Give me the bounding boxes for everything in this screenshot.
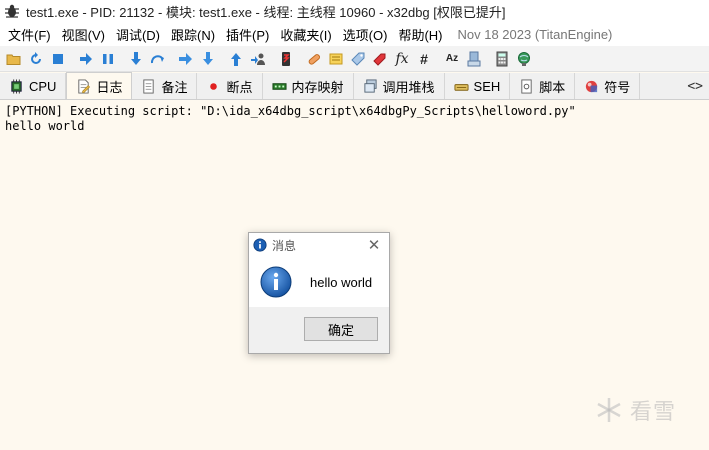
restart-icon[interactable] <box>26 49 46 69</box>
open-icon[interactable] <box>4 49 24 69</box>
info-large-icon <box>260 266 292 298</box>
window-title: test1.exe - PID: 21132 - 模块: test1.exe -… <box>26 4 506 20</box>
tab-log[interactable]: 日志 <box>66 72 133 99</box>
dialog-message: hello world <box>310 274 373 290</box>
menu-plugins[interactable]: 插件(P) <box>222 25 273 44</box>
menu-favourites[interactable]: 收藏夹(I) <box>276 25 335 44</box>
pause-icon[interactable] <box>98 49 118 69</box>
tab-script-label: 脚本 <box>539 79 566 95</box>
close-icon[interactable]: ✕ <box>359 233 389 257</box>
functions-icon[interactable]: fx <box>392 49 412 69</box>
tab-memory-map[interactable]: 内存映射 <box>263 73 354 99</box>
tab-call-stack-label: 调用堆栈 <box>382 79 435 95</box>
message-dialog: 消息 ✕ hello world 确定 <box>248 232 390 354</box>
tab-log-label: 日志 <box>96 79 123 95</box>
dialog-footer: 确定 <box>249 307 389 353</box>
tab-breakpoints-label: 断点 <box>226 79 253 95</box>
tab-cpu[interactable]: CPU <box>0 73 67 99</box>
menu-file[interactable]: 文件(F) <box>4 25 55 44</box>
symbols-icon[interactable] <box>464 49 484 69</box>
notes-icon <box>143 78 155 94</box>
call-stack-icon <box>363 78 377 93</box>
cpu-icon <box>11 78 22 94</box>
tab-breakpoints[interactable]: 断点 <box>197 73 263 99</box>
tab-seh[interactable]: SEH <box>445 73 511 99</box>
menu-view[interactable]: 视图(V) <box>58 25 109 44</box>
functions-label: fx <box>395 50 409 67</box>
run-icon[interactable] <box>76 49 96 69</box>
watermark: 看雪 <box>592 394 676 426</box>
trace-into-icon[interactable] <box>176 49 196 69</box>
menu-bar: 文件(F) 视图(V) 调试(D) 跟踪(N) 插件(P) 收藏夹(I) 选项(… <box>0 22 709 46</box>
menu-help[interactable]: 帮助(H) <box>394 25 446 44</box>
tab-symbols[interactable]: 符号 <box>575 73 641 99</box>
settings-icon[interactable] <box>514 49 534 69</box>
tab-script[interactable]: 脚本 <box>510 73 576 99</box>
tab-seh-label: SEH <box>473 78 501 94</box>
log-icon <box>78 78 91 94</box>
snowflake-logo-icon <box>597 398 621 422</box>
tab-bar: CPU 日志 备注 断点 内存映射 调用堆栈 SEH 脚本 符号 <> <box>0 72 709 100</box>
dialog-body: hello world <box>249 257 389 307</box>
seh-icon <box>454 83 469 91</box>
bookmarks-icon[interactable] <box>370 49 390 69</box>
memory-map-icon <box>271 82 287 90</box>
build-info: Nov 18 2023 (TitanEngine) <box>457 26 613 42</box>
stop-icon[interactable] <box>48 49 68 69</box>
strings-icon[interactable]: Az <box>442 49 462 69</box>
run-to-user-icon[interactable] <box>248 49 268 69</box>
menu-trace[interactable]: 跟踪(N) <box>167 25 219 44</box>
tab-memory-map-label: 内存映射 <box>291 79 344 95</box>
app-bug-icon <box>5 4 19 18</box>
tab-notes-label: 备注 <box>161 79 188 95</box>
trace-over-icon[interactable] <box>198 49 218 69</box>
tab-symbols-label: 符号 <box>604 79 631 95</box>
tab-overflow-arrows[interactable]: <> <box>681 73 709 99</box>
script-icon <box>521 78 532 94</box>
step-into-icon[interactable] <box>126 49 146 69</box>
log-line: hello world <box>5 119 85 133</box>
labels-icon[interactable] <box>348 49 368 69</box>
variables-icon[interactable]: # <box>414 49 434 69</box>
tab-notes[interactable]: 备注 <box>132 73 198 99</box>
variables-label: # <box>420 50 428 67</box>
watermark-text: 看雪 <box>630 399 677 424</box>
info-icon <box>253 238 267 252</box>
log-line: [PYTHON] Executing script: "D:\ida_x64db… <box>5 104 576 118</box>
dialog-title: 消息 <box>272 238 297 253</box>
calculator-icon[interactable] <box>492 49 512 69</box>
title-bar: test1.exe - PID: 21132 - 模块: test1.exe -… <box>0 0 709 22</box>
tab-cpu-label: CPU <box>29 78 57 94</box>
scylla-icon[interactable] <box>276 49 296 69</box>
strings-label: Az <box>445 53 459 64</box>
step-over-icon[interactable] <box>148 49 168 69</box>
symbols-tab-icon <box>586 80 598 92</box>
menu-options[interactable]: 选项(O) <box>339 25 392 44</box>
ok-button[interactable]: 确定 <box>304 317 378 341</box>
dialog-title-bar: 消息 ✕ <box>249 233 389 257</box>
menu-debug[interactable]: 调试(D) <box>112 25 164 44</box>
execute-till-return-icon[interactable] <box>226 49 246 69</box>
patch-icon[interactable] <box>304 49 324 69</box>
toolbar: fx # Az <box>0 46 709 72</box>
breakpoint-icon <box>210 82 218 90</box>
tab-call-stack[interactable]: 调用堆栈 <box>354 73 445 99</box>
comments-icon[interactable] <box>326 49 346 69</box>
